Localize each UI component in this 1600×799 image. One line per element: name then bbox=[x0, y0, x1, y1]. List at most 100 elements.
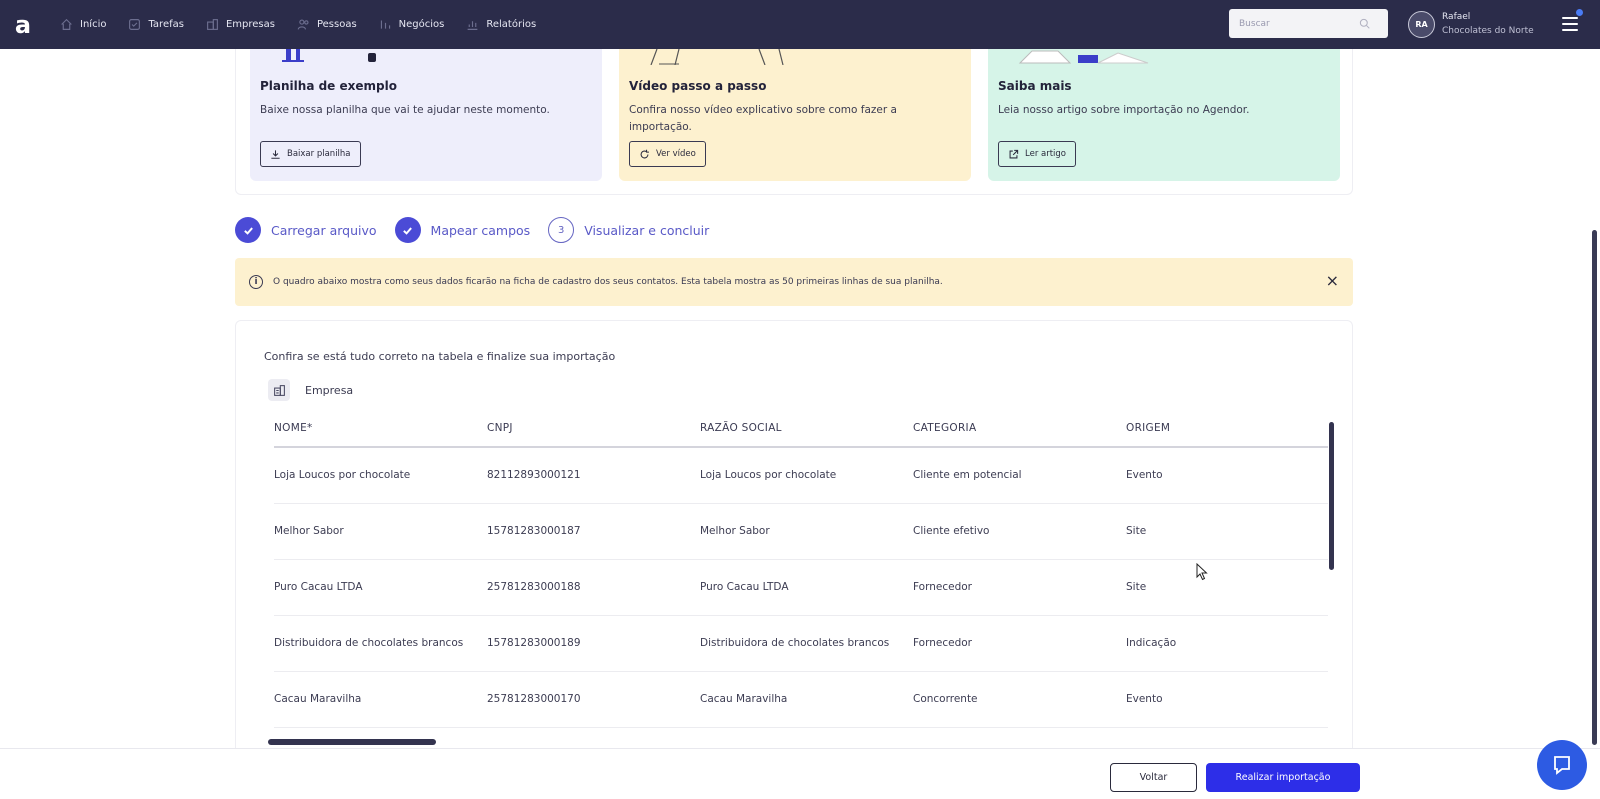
chat-support-button[interactable] bbox=[1537, 740, 1587, 790]
back-button[interactable]: Voltar bbox=[1110, 763, 1197, 792]
search-input[interactable] bbox=[1239, 18, 1359, 29]
step-done-badge bbox=[394, 217, 421, 243]
footer-actions: Voltar Realizar importação bbox=[0, 748, 1600, 799]
table-vertical-scrollbar[interactable] bbox=[1329, 422, 1334, 570]
building-icon bbox=[268, 379, 290, 401]
user-company: Chocolates do Norte bbox=[1442, 26, 1534, 36]
search-box[interactable] bbox=[1229, 9, 1388, 38]
card-title: Planilha de exemplo bbox=[260, 79, 397, 93]
step-label: Visualizar e concluir bbox=[584, 222, 710, 238]
nav-item-inicio[interactable]: Início bbox=[60, 18, 106, 31]
home-icon bbox=[61, 18, 72, 30]
table-cell: Cliente efetivo bbox=[913, 503, 1126, 560]
people-icon bbox=[297, 19, 309, 30]
table-cell: Distribuidora de chocolates brancos bbox=[700, 615, 913, 672]
table-row: Puro Cacau LTDA 25781283000188 Puro Caca… bbox=[274, 559, 1328, 616]
nav-label: Empresas bbox=[225, 19, 275, 30]
app-logo[interactable]: a bbox=[0, 0, 46, 49]
hamburger-menu-icon[interactable] bbox=[1562, 15, 1578, 33]
table-cell: 15781283000187 bbox=[487, 503, 700, 560]
preview-panel: Confira se está tudo correto na tabela e… bbox=[235, 320, 1353, 750]
table-cell: 82112893000121 bbox=[487, 447, 700, 504]
download-icon bbox=[271, 149, 280, 159]
column-header-nome: NOME* bbox=[274, 410, 487, 448]
check-icon bbox=[403, 226, 412, 235]
nav-item-relatorios[interactable]: Relatórios bbox=[466, 18, 536, 31]
info-icon: i bbox=[249, 275, 263, 289]
card-learn-more: Saiba mais Leia nosso artigo sobre impor… bbox=[988, 49, 1340, 181]
watch-video-button[interactable]: Ver vídeo bbox=[629, 141, 706, 167]
button-label: Ver vídeo bbox=[656, 149, 696, 159]
replay-icon bbox=[640, 149, 649, 158]
column-header-razao-social: RAZÃO SOCIAL bbox=[700, 410, 913, 448]
download-spreadsheet-button[interactable]: Baixar planilha bbox=[260, 141, 361, 167]
card-description: Leia nosso artigo sobre importação no Ag… bbox=[998, 104, 1250, 116]
nav-item-tarefas[interactable]: Tarefas bbox=[128, 18, 184, 31]
deals-icon bbox=[380, 20, 390, 29]
read-article-button[interactable]: Ler artigo bbox=[998, 141, 1077, 167]
card-title: Saiba mais bbox=[998, 79, 1072, 93]
table-cell: Melhor Sabor bbox=[700, 503, 913, 560]
table-row: Cacau Maravilha 25781283000170 Cacau Mar… bbox=[274, 671, 1328, 728]
panel-title: Confira se está tudo correto na tabela e… bbox=[264, 350, 616, 363]
table-cell: Site bbox=[1126, 559, 1328, 616]
step-done-badge bbox=[235, 217, 261, 243]
table-cell: Cacau Maravilha bbox=[274, 671, 487, 728]
table-cell: Melhor Sabor bbox=[274, 503, 487, 560]
step-number-badge: 3 bbox=[548, 217, 575, 243]
card-video-tutorial: Vídeo passo a passo Confira nosso vídeo … bbox=[619, 49, 971, 181]
step-map-fields[interactable]: Mapear campos bbox=[394, 217, 531, 243]
import-button[interactable]: Realizar importação bbox=[1206, 763, 1360, 792]
main-nav: Início Tarefas Empresas Pessoas Negócios… bbox=[60, 18, 558, 31]
table-horizontal-scrollbar[interactable] bbox=[268, 739, 436, 745]
nav-label: Início bbox=[80, 19, 107, 30]
card-description: Baixe nossa planilha que vai te ajudar n… bbox=[260, 104, 550, 116]
import-stepper: Carregar arquivo Mapear campos 3 Visuali… bbox=[235, 217, 727, 243]
nav-item-negocios[interactable]: Negócios bbox=[379, 18, 445, 31]
nav-item-pessoas[interactable]: Pessoas bbox=[297, 18, 357, 31]
table-header-row: NOME* CNPJ RAZÃO SOCIAL CATEGORIA ORIGEM bbox=[274, 410, 1328, 448]
preview-table: NOME* CNPJ RAZÃO SOCIAL CATEGORIA ORIGEM… bbox=[274, 410, 1328, 728]
building-icon bbox=[207, 19, 218, 30]
table-cell: Cacau Maravilha bbox=[700, 671, 913, 728]
nav-item-empresas[interactable]: Empresas bbox=[206, 18, 275, 31]
table-cell: Concorrente bbox=[913, 671, 1126, 728]
tasks-icon bbox=[129, 19, 141, 30]
entity-type: Empresa bbox=[268, 379, 353, 401]
table-cell: Puro Cacau LTDA bbox=[274, 559, 487, 616]
column-header-categoria: CATEGORIA bbox=[913, 410, 1126, 448]
table-row: Distribuidora de chocolates brancos 1578… bbox=[274, 615, 1328, 672]
spreadsheet-illustration-icon bbox=[282, 49, 376, 62]
page-scrollbar[interactable] bbox=[1592, 230, 1597, 745]
entity-label: Empresa bbox=[305, 383, 354, 397]
table-cell: Loja Loucos por chocolate bbox=[700, 447, 913, 504]
table-cell: Evento bbox=[1126, 671, 1328, 728]
card-sample-spreadsheet: Planilha de exemplo Baixe nossa planilha… bbox=[250, 49, 602, 181]
table-cell: Fornecedor bbox=[913, 615, 1126, 672]
alert-text: O quadro abaixo mostra como seus dados f… bbox=[273, 277, 943, 287]
table-cell: 15781283000189 bbox=[487, 615, 700, 672]
nav-label: Negócios bbox=[398, 19, 445, 30]
table-cell: Loja Loucos por chocolate bbox=[274, 447, 487, 504]
search-icon[interactable] bbox=[1359, 18, 1370, 29]
table-cell: Puro Cacau LTDA bbox=[700, 559, 913, 616]
step-label: Mapear campos bbox=[430, 222, 531, 238]
table-cell: Cliente em potencial bbox=[913, 447, 1126, 504]
info-alert: i O quadro abaixo mostra como seus dados… bbox=[235, 258, 1353, 306]
article-illustration-icon bbox=[1018, 50, 1149, 64]
card-title: Vídeo passo a passo bbox=[629, 79, 767, 93]
table-row: Loja Loucos por chocolate 82112893000121… bbox=[274, 447, 1328, 504]
user-info[interactable]: Rafael Chocolates do Norte bbox=[1442, 10, 1534, 38]
table-cell: 25781283000188 bbox=[487, 559, 700, 616]
user-avatar[interactable]: RA bbox=[1408, 11, 1435, 38]
user-name: Rafael bbox=[1442, 12, 1471, 22]
step-upload-file[interactable]: Carregar arquivo bbox=[235, 217, 377, 243]
top-navbar: a Início Tarefas Empresas Pessoas Negóci… bbox=[0, 0, 1600, 49]
nav-label: Tarefas bbox=[148, 19, 184, 30]
close-alert-button[interactable]: × bbox=[1326, 272, 1339, 290]
column-header-origem: ORIGEM bbox=[1126, 410, 1328, 448]
step-label: Carregar arquivo bbox=[271, 222, 377, 238]
table-cell: Fornecedor bbox=[913, 559, 1126, 616]
step-preview-finish[interactable]: 3 Visualizar e concluir bbox=[548, 217, 709, 243]
check-icon bbox=[243, 226, 253, 235]
